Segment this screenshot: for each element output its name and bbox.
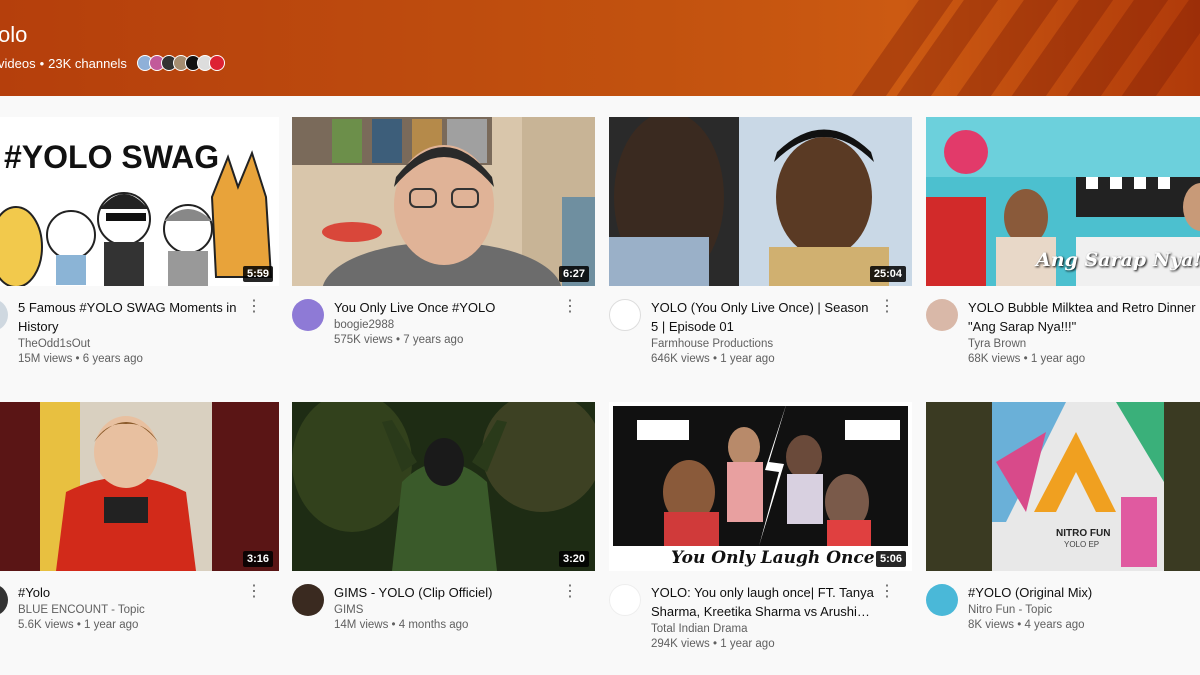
video-thumbnail[interactable]: 6:27 xyxy=(292,117,595,286)
channel-name[interactable]: Total Indian Drama xyxy=(651,623,748,635)
video-stats: 294K views • 1 year ago xyxy=(651,638,775,650)
channel-name[interactable]: Tyra Brown xyxy=(968,338,1026,350)
album-cover-illustration xyxy=(926,402,1200,571)
channel-name[interactable]: Nitro Fun - Topic xyxy=(968,604,1052,616)
cartoon-characters-illustration xyxy=(0,150,273,286)
more-options-icon[interactable]: ⋮ xyxy=(246,584,262,602)
channel-name[interactable]: TheOdd1sOut xyxy=(18,338,90,350)
more-options-icon[interactable]: ⋮ xyxy=(562,584,578,602)
thumbnail-caption: NITRO FUN xyxy=(1056,528,1111,539)
channel-name[interactable]: Farmhouse Productions xyxy=(651,338,773,350)
video-thumbnail[interactable]: 3:16 xyxy=(0,402,279,571)
video-thumbnail[interactable]: 3:20 xyxy=(292,402,595,571)
channel-avatar[interactable] xyxy=(0,584,8,616)
video-stats: 68K views • 1 year ago xyxy=(968,353,1086,365)
video-card[interactable]: #YOLO SWAG 5:59 5 Famous #YOLO SWAG Mome… xyxy=(0,117,279,377)
video-card[interactable]: 3:16 #Yolo BLUE ENCOUNT - Topic 5.6K vie… xyxy=(0,402,279,662)
webcam-scene-illustration xyxy=(292,117,595,286)
comedy-sketch-illustration xyxy=(609,402,912,571)
video-card[interactable]: Ang Sarap Nya!!! YOLO Bubble Milktea and… xyxy=(926,117,1200,377)
channel-avatar[interactable] xyxy=(609,584,641,616)
video-title[interactable]: #YOLO (Original Mix) xyxy=(968,583,1196,602)
video-duration: 5:06 xyxy=(875,551,906,567)
album-art-illustration xyxy=(0,402,279,571)
topic-meta: videos • 23K channels xyxy=(0,55,225,71)
video-stats: 5.6K views • 1 year ago xyxy=(18,619,139,631)
drama-scene-illustration xyxy=(609,117,912,286)
video-card[interactable]: 6:27 You Only Live Once #YOLO boogie2988… xyxy=(292,117,595,377)
channel-name[interactable]: boogie2988 xyxy=(334,319,394,331)
video-title[interactable]: GIMS - YOLO (Clip Officiel) xyxy=(334,583,562,602)
video-thumbnail[interactable]: #YOLO SWAG 5:59 xyxy=(0,117,279,286)
music-video-scene-illustration xyxy=(292,402,595,571)
thumbnail-subcaption: YOLO EP xyxy=(1064,540,1100,549)
channel-avatars[interactable] xyxy=(136,55,225,71)
channel-avatar[interactable] xyxy=(292,584,324,616)
thumbnail-caption: Ang Sarap Nya!!! xyxy=(1036,249,1200,271)
video-thumbnail[interactable]: 25:04 xyxy=(609,117,912,286)
channel-count: 23K channels xyxy=(48,55,127,71)
video-card[interactable]: 3:20 GIMS - YOLO (Clip Officiel) GIMS 14… xyxy=(292,402,595,662)
more-options-icon[interactable]: ⋮ xyxy=(879,299,895,317)
video-card[interactable]: 25:04 YOLO (You Only Live Once) | Season… xyxy=(609,117,912,377)
channel-name[interactable]: BLUE ENCOUNT - Topic xyxy=(18,604,145,616)
topic-banner: olo videos • 23K channels xyxy=(0,0,1200,96)
video-thumbnail[interactable]: NITRO FUN YOLO EP xyxy=(926,402,1200,571)
topic-title: olo xyxy=(0,22,28,47)
video-stats: 8K views • 4 years ago xyxy=(968,619,1085,631)
more-options-icon[interactable]: ⋮ xyxy=(879,584,895,602)
channel-avatar[interactable] xyxy=(292,299,324,331)
video-stats: 646K views • 1 year ago xyxy=(651,353,775,365)
channel-avatar[interactable] xyxy=(0,299,8,331)
channel-avatar[interactable] xyxy=(926,584,958,616)
more-options-icon[interactable]: ⋮ xyxy=(246,299,262,317)
video-title[interactable]: YOLO Bubble Milktea and Retro Dinner "An… xyxy=(968,298,1196,336)
video-thumbnail[interactable]: Ang Sarap Nya!!! xyxy=(926,117,1200,286)
video-duration: 25:04 xyxy=(869,266,906,282)
video-stats: 15M views • 6 years ago xyxy=(18,353,143,365)
video-stats: 14M views • 4 months ago xyxy=(334,619,469,631)
video-thumbnail[interactable]: You Only Laugh Once 5:06 xyxy=(609,402,912,571)
video-duration: 3:16 xyxy=(242,551,273,567)
channel-avatar[interactable] xyxy=(926,299,958,331)
video-title[interactable]: #Yolo xyxy=(18,583,246,602)
video-title[interactable]: 5 Famous #YOLO SWAG Moments in History xyxy=(18,298,246,336)
video-title[interactable]: YOLO: You only laugh once| FT. Tanya Sha… xyxy=(651,583,879,621)
channel-name[interactable]: GIMS xyxy=(334,604,363,616)
video-duration: 6:27 xyxy=(558,266,589,282)
video-duration: 5:59 xyxy=(242,266,273,282)
video-duration: 3:20 xyxy=(558,551,589,567)
video-title[interactable]: YOLO (You Only Live Once) | Season 5 | E… xyxy=(651,298,879,336)
video-title[interactable]: You Only Live Once #YOLO xyxy=(334,298,562,317)
video-count: videos xyxy=(0,55,36,71)
video-stats: 575K views • 7 years ago xyxy=(334,334,464,346)
channel-avatar[interactable] xyxy=(609,299,641,331)
more-options-icon[interactable]: ⋮ xyxy=(562,299,578,317)
thumbnail-caption: You Only Laugh Once xyxy=(671,548,875,568)
video-card[interactable]: NITRO FUN YOLO EP #YOLO (Original Mix) N… xyxy=(926,402,1200,662)
video-card[interactable]: You Only Laugh Once 5:06 YOLO: You only … xyxy=(609,402,912,662)
